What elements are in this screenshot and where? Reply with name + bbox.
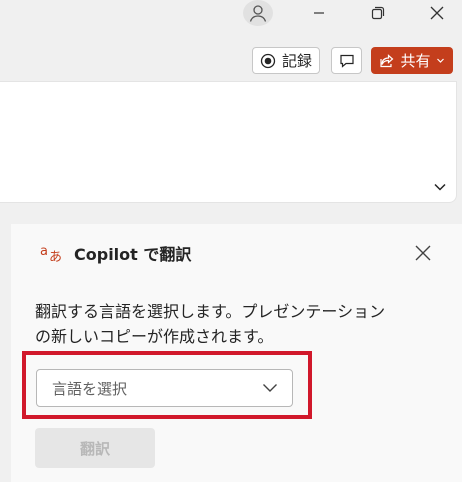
- translate-button-label: 翻訳: [79, 439, 110, 458]
- pane-description: 翻訳する言語を選択します。プレゼンテーション の新しいコピーが作成されます。: [35, 299, 435, 349]
- restore-icon: [371, 6, 385, 20]
- user-avatar-icon[interactable]: [243, 0, 273, 26]
- translate-icon: a あ: [40, 244, 62, 264]
- svg-text:あ: あ: [49, 250, 62, 264]
- close-icon: [430, 6, 444, 20]
- ribbon-panel: [0, 81, 457, 203]
- translate-button[interactable]: 翻訳: [35, 428, 155, 468]
- close-icon: [415, 245, 431, 261]
- title-bar: [0, 0, 462, 38]
- svg-text:a: a: [40, 244, 48, 259]
- pane-title: Copilot で翻訳: [74, 245, 192, 264]
- pane-close-button[interactable]: [410, 240, 436, 266]
- ribbon-expand-button[interactable]: [431, 180, 449, 194]
- chevron-down-icon: [263, 384, 277, 392]
- minimize-icon: [314, 12, 324, 14]
- share-icon: [380, 53, 394, 67]
- share-label: 共有: [400, 52, 431, 70]
- record-button[interactable]: 記録: [252, 47, 320, 74]
- description-line: の新しいコピーが作成されます。: [35, 327, 274, 346]
- language-select-value: 言語を選択: [52, 379, 128, 398]
- comment-button[interactable]: [331, 47, 362, 74]
- language-select[interactable]: 言語を選択: [36, 369, 293, 407]
- restore-button[interactable]: [355, 0, 401, 26]
- chevron-down-icon: [436, 58, 444, 63]
- pane-header: a あ Copilot で翻訳: [40, 241, 191, 265]
- window-close-button[interactable]: [414, 0, 460, 26]
- share-button[interactable]: 共有: [371, 47, 453, 74]
- minimize-button[interactable]: [296, 0, 342, 26]
- description-line: 翻訳する言語を選択します。プレゼンテーション: [35, 302, 386, 321]
- chevron-down-icon: [434, 183, 446, 191]
- record-label: 記録: [281, 52, 312, 70]
- record-icon: [260, 53, 276, 68]
- comment-icon: [339, 54, 354, 68]
